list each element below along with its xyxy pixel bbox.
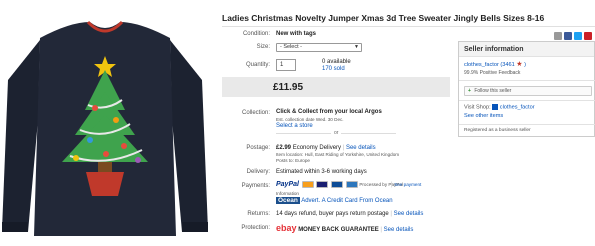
returns-value: 14 days refund, buyer pays return postag… bbox=[276, 211, 389, 217]
mastercard-icon bbox=[301, 181, 314, 188]
chevron-down-icon: ▼ bbox=[354, 44, 359, 50]
seller-score-end: ) bbox=[524, 62, 526, 68]
delivery-label: Delivery: bbox=[246, 169, 270, 175]
ocean-advert-link[interactable]: Advert. A Credit Card From Ocean bbox=[301, 198, 392, 204]
size-label: Size: bbox=[256, 44, 270, 50]
facebook-share-icon[interactable] bbox=[564, 32, 572, 40]
sold-count-link[interactable]: 170 sold bbox=[322, 66, 345, 72]
ocean-logo: Ocean bbox=[276, 197, 300, 204]
price-box bbox=[222, 77, 450, 97]
protection-line: ebay MONEY BACK GUARANTEE | See details bbox=[276, 223, 414, 233]
star-icon: ★ bbox=[516, 61, 523, 68]
select-store-link[interactable]: Select a store bbox=[276, 123, 313, 129]
postage-label: Postage: bbox=[246, 145, 270, 151]
quantity-label: Quantity: bbox=[245, 62, 270, 68]
share-icons bbox=[554, 32, 592, 40]
amex-icon bbox=[345, 181, 358, 188]
seller-info-panel: Seller information clothes_factor (3461 … bbox=[458, 41, 595, 137]
returns-label: Returns: bbox=[247, 211, 270, 217]
follow-seller-button[interactable]: + Follow this seller bbox=[464, 86, 592, 96]
seller-divider bbox=[459, 80, 595, 81]
email-share-icon[interactable] bbox=[554, 32, 562, 40]
seller-divider-2 bbox=[459, 100, 595, 101]
plus-icon: + bbox=[468, 88, 471, 94]
returns-details-link[interactable]: See details bbox=[394, 211, 424, 217]
listing-title: Ladies Christmas Novelty Jumper Xmas 3d … bbox=[222, 13, 545, 23]
registered-business: Registered as a business seller bbox=[464, 128, 531, 133]
item-price: £11.95 bbox=[273, 82, 304, 93]
collection-title: Click & Collect from your local Argos bbox=[276, 109, 382, 115]
visit-shop-line: Visit Shop: clothes_factor bbox=[464, 104, 535, 110]
information-label: Information bbox=[276, 191, 299, 196]
seller-feedback: 99.9% Positive Feedback bbox=[464, 70, 521, 76]
size-select[interactable]: - Select - ▼ bbox=[276, 43, 362, 52]
money-back-guarantee: MONEY BACK GUARANTEE bbox=[298, 227, 379, 233]
visit-shop-label: Visit Shop: bbox=[464, 104, 491, 111]
visa-icon bbox=[316, 181, 329, 188]
seller-info-heading: Seller information bbox=[459, 42, 594, 57]
see-other-items-link[interactable]: See other items bbox=[464, 113, 503, 119]
shop-icon bbox=[492, 104, 499, 110]
payments-label: Payments: bbox=[241, 183, 270, 189]
protection-details-link[interactable]: See details bbox=[384, 227, 414, 233]
visa-debit-icon bbox=[330, 181, 343, 188]
collection-label: Collection: bbox=[241, 110, 270, 116]
seller-divider-3 bbox=[459, 124, 595, 125]
quantity-input[interactable]: 1 bbox=[276, 59, 296, 71]
delivery-value: Estimated within 3-6 working days bbox=[276, 169, 367, 175]
title-divider bbox=[222, 26, 595, 27]
seller-name-link[interactable]: clothes_factor bbox=[464, 62, 499, 68]
sweater-image bbox=[0, 0, 210, 246]
twitter-share-icon[interactable] bbox=[574, 32, 582, 40]
follow-seller-label: Follow this seller bbox=[474, 88, 512, 94]
seller-score[interactable]: (3461 bbox=[500, 62, 514, 68]
postage-price: £2.99 bbox=[276, 145, 292, 151]
shop-name-link[interactable]: clothes_factor bbox=[500, 104, 535, 110]
processed-by-paypal: Processed by PayPal bbox=[359, 182, 403, 187]
condition-label: Condition: bbox=[242, 31, 270, 37]
collection-note: Est. collection date Wed. 30 Dec. bbox=[276, 117, 344, 122]
returns-line: 14 days refund, buyer pays return postag… bbox=[276, 211, 424, 217]
ocean-advert[interactable]: Ocean Advert. A Credit Card From Ocean bbox=[276, 197, 393, 204]
item-location: Item location: Hull, East Riding of York… bbox=[276, 152, 400, 157]
posts-to: Posts to: Europe bbox=[276, 158, 310, 163]
payments-line: PayPal Processed by PayPal | See payment bbox=[276, 181, 422, 189]
paypal-logo: PayPal bbox=[276, 181, 299, 189]
protection-label: Protection: bbox=[241, 225, 270, 231]
ebay-logo: ebay bbox=[276, 223, 297, 233]
seller-name-line: clothes_factor (3461 ★ ) bbox=[464, 60, 526, 68]
product-photo[interactable] bbox=[0, 0, 210, 246]
size-selected-value: - Select - bbox=[280, 44, 303, 50]
postage-details-link[interactable]: See details bbox=[346, 145, 376, 151]
available-count: 0 available bbox=[322, 59, 351, 65]
condition-value: New with tags bbox=[276, 31, 317, 37]
pinterest-share-icon[interactable] bbox=[584, 32, 592, 40]
or-text: or bbox=[331, 130, 342, 136]
postage-line: £2.99 Economy Delivery | See details bbox=[276, 145, 376, 151]
postage-service: Economy Delivery bbox=[292, 145, 342, 151]
see-payment-link[interactable]: See payment bbox=[394, 182, 421, 187]
